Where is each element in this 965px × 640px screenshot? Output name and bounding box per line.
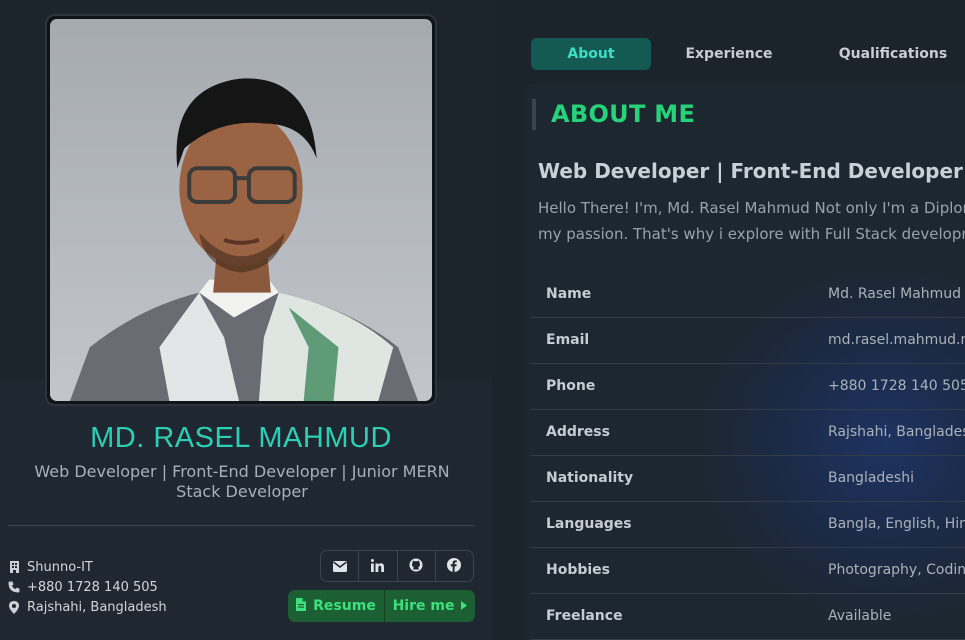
about-title: ABOUT ME <box>551 100 696 128</box>
profile-name: MD. RASEL MAHMUD <box>90 422 392 454</box>
table-row: Freelance Available <box>531 594 965 640</box>
detail-key: Freelance <box>546 608 623 624</box>
profile-sidebar: MD. RASEL MAHMUD Web Developer | Front-E… <box>0 0 492 640</box>
mail-icon <box>332 557 347 576</box>
facebook-link[interactable] <box>436 551 473 581</box>
intro-line: Hello There! I'm, Md. Rasel Mahmud Not o… <box>538 199 965 217</box>
table-row: Languages Bangla, English, Hind <box>531 502 965 548</box>
file-icon <box>296 597 307 615</box>
profile-photo <box>50 19 432 401</box>
detail-value: +880 1728 140 505 <box>828 378 965 394</box>
detail-value: md.rasel.mahmud.ma <box>828 332 965 348</box>
detail-key: Email <box>546 332 590 348</box>
divider <box>8 525 475 526</box>
hire-me-button[interactable]: Hire me <box>385 590 475 622</box>
detail-key: Phone <box>546 378 596 394</box>
content-area: About Experience Qualifications ABOUT ME… <box>522 0 965 640</box>
phone-icon <box>8 581 20 593</box>
detail-value: Rajshahi, Bangladesh <box>828 424 965 440</box>
cta-buttons: Resume Hire me <box>288 590 475 622</box>
table-row: Hobbies Photography, Coding <box>531 548 965 594</box>
tab-bar: About Experience Qualifications <box>531 38 965 70</box>
detail-value: Available <box>828 608 892 624</box>
detail-value: Bangladeshi <box>828 470 914 486</box>
intro-line: my passion. That's why i explore with Fu… <box>538 225 965 243</box>
detail-value: Md. Rasel Mahmud <box>828 286 962 302</box>
profile-tagline: Web Developer | Front-End Developer | Ju… <box>34 462 450 501</box>
table-row: Phone +880 1728 140 505 <box>531 364 965 410</box>
table-row: Email md.rasel.mahmud.ma <box>531 318 965 364</box>
tab-experience[interactable]: Experience <box>669 38 789 70</box>
title-accent-bar <box>532 99 536 130</box>
detail-value: Bangla, English, Hind <box>828 516 965 532</box>
tab-about[interactable]: About <box>531 38 651 70</box>
tab-qualifications[interactable]: Qualifications <box>823 38 963 70</box>
table-row: Name Md. Rasel Mahmud <box>531 272 965 318</box>
company-line: Shunno-IT <box>8 557 167 577</box>
detail-value: Photography, Coding <box>828 562 965 578</box>
details-table: Name Md. Rasel Mahmud Email md.rasel.mahmu… <box>531 272 965 640</box>
location-text: Rajshahi, Bangladesh <box>27 599 167 615</box>
email-link[interactable] <box>321 551 360 581</box>
detail-key: Address <box>546 424 610 440</box>
github-icon <box>409 557 423 576</box>
github-link[interactable] <box>398 551 436 581</box>
social-links <box>320 550 474 582</box>
location-line: Rajshahi, Bangladesh <box>8 597 167 617</box>
detail-key: Name <box>546 286 592 302</box>
resume-button[interactable]: Resume <box>288 590 385 622</box>
building-icon <box>8 561 20 573</box>
map-pin-icon <box>8 600 20 614</box>
facebook-icon <box>447 557 462 576</box>
caret-right-icon <box>461 598 468 614</box>
about-subheading: Web Developer | Front-End Developer | Ju… <box>538 159 965 183</box>
table-row: Nationality Bangladeshi <box>531 456 965 502</box>
profile-photo-illustration <box>50 19 432 401</box>
contact-info: Shunno-IT +880 1728 140 505 Rajshahi, Ba… <box>8 557 167 617</box>
resume-label: Resume <box>313 598 376 614</box>
phone-line: +880 1728 140 505 <box>8 577 167 597</box>
detail-key: Languages <box>546 516 632 532</box>
about-intro: Hello There! I'm, Md. Rasel Mahmud Not o… <box>538 195 965 247</box>
linkedin-icon <box>371 557 385 576</box>
profile-photo-frame <box>45 14 437 406</box>
phone-text: +880 1728 140 505 <box>27 579 158 595</box>
detail-key: Hobbies <box>546 562 611 578</box>
linkedin-link[interactable] <box>359 551 398 581</box>
hire-label: Hire me <box>392 598 455 614</box>
about-panel: ABOUT ME Web Developer | Front-End Devel… <box>526 84 965 640</box>
company-text: Shunno-IT <box>27 559 93 575</box>
table-row: Address Rajshahi, Bangladesh <box>531 410 965 456</box>
detail-key: Nationality <box>546 470 634 486</box>
